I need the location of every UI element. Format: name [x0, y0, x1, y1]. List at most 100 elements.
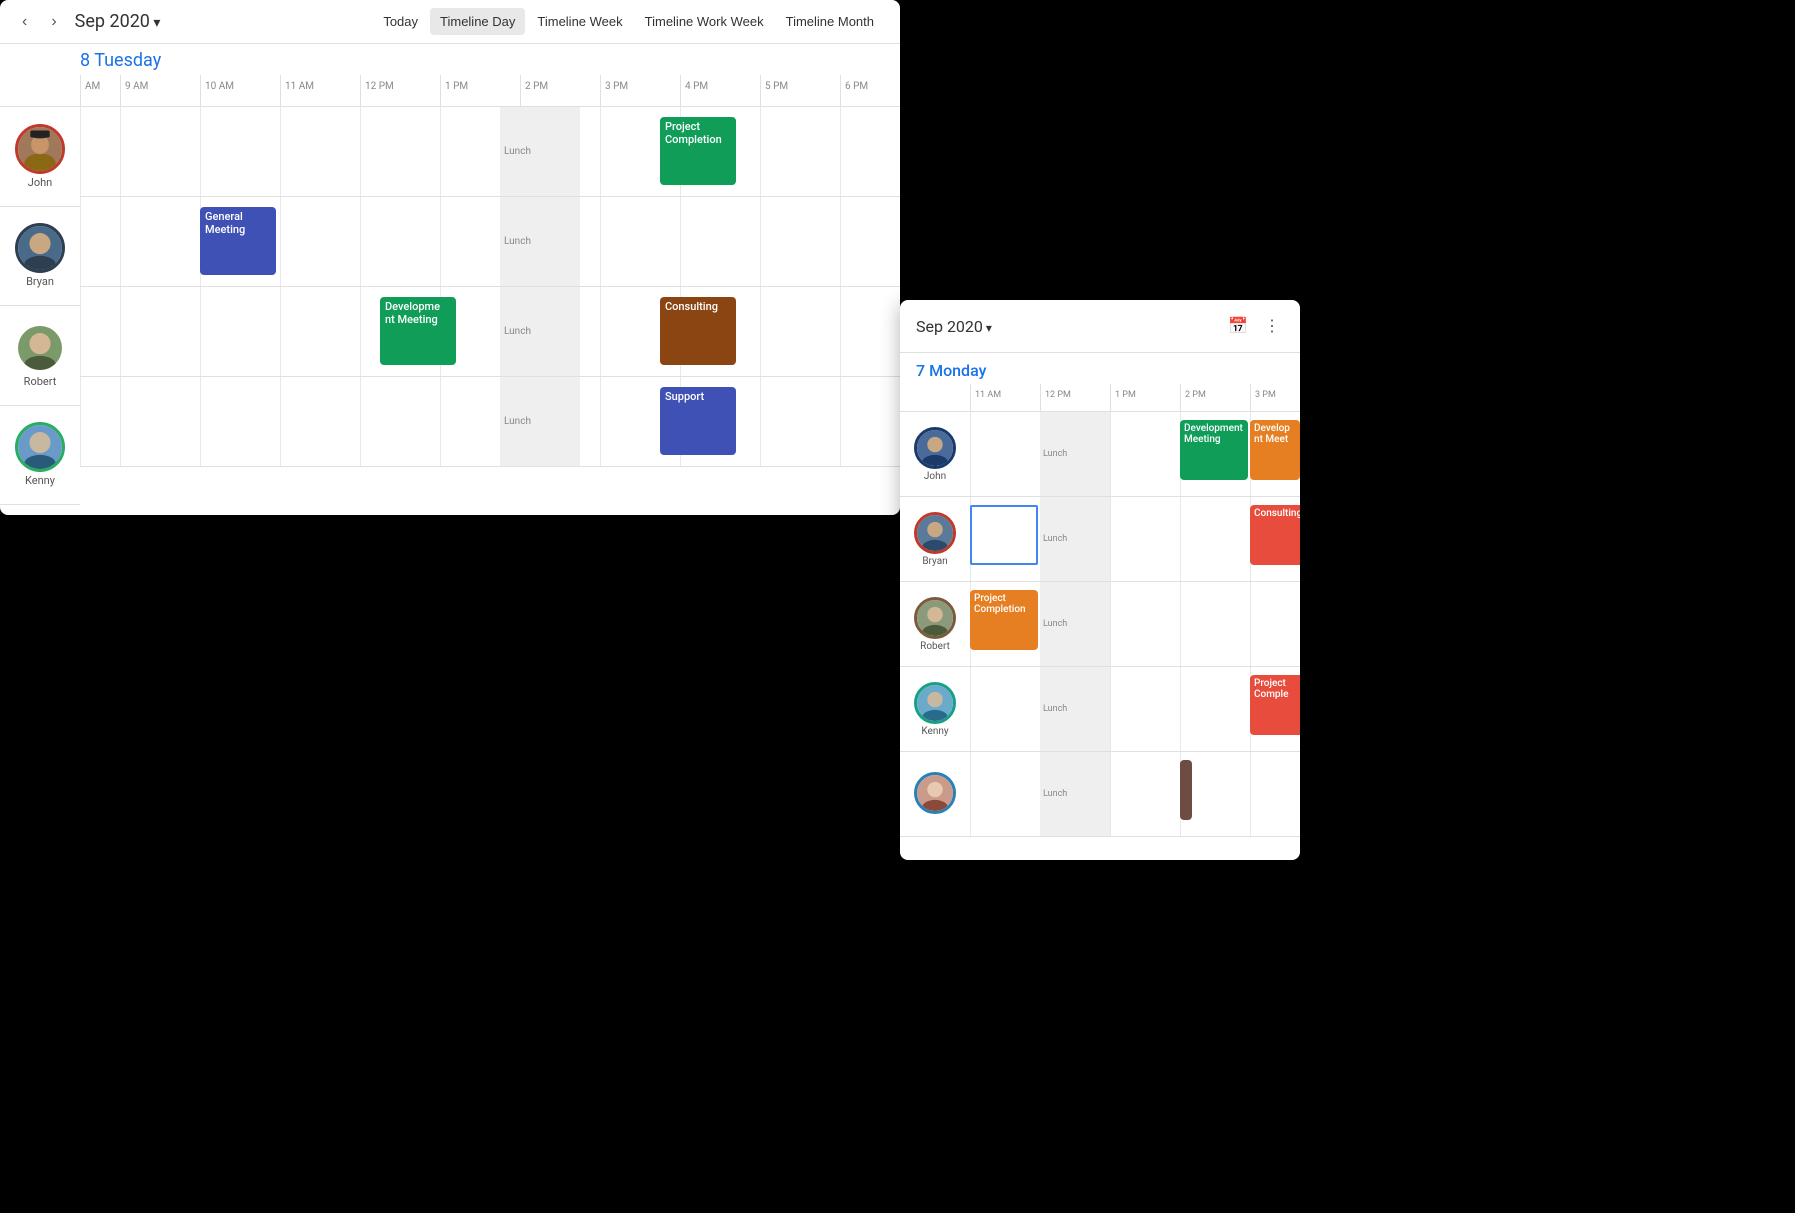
mini-popup: Sep 2020 📅 ⋮ 7 Monday 11 AM 12 PM 1 PM 2…: [900, 300, 1300, 860]
avatar-john[interactable]: [15, 124, 65, 174]
mini-date-label: 7 Monday: [900, 353, 1300, 384]
cell: [80, 197, 120, 286]
current-date: 8 Tuesday: [80, 50, 161, 71]
mini-cells-kenny: Lunch Project Comple: [970, 667, 1300, 751]
month-title[interactable]: Sep 2020: [75, 11, 161, 32]
mini-avatar-col-robert: Robert: [900, 582, 970, 666]
avatar-name-john: John: [28, 176, 52, 189]
time-am: AM: [80, 75, 120, 106]
next-button[interactable]: ›: [45, 9, 62, 35]
timeline-month-button[interactable]: Timeline Month: [776, 8, 884, 35]
mini-avatar-john[interactable]: [914, 427, 956, 469]
cell: [840, 287, 900, 376]
cell: [120, 107, 200, 196]
cell: [840, 197, 900, 286]
timeline-day-button[interactable]: Timeline Day: [430, 8, 525, 35]
avatar-name-kenny: Kenny: [25, 474, 55, 487]
time-4pm: 4 PM: [680, 75, 760, 106]
john-project-completion[interactable]: Project Completion: [660, 117, 736, 185]
avatar-row-john: John: [0, 107, 80, 207]
cell: [280, 107, 360, 196]
time-12pm: 12 PM: [360, 75, 440, 106]
cell: [120, 287, 200, 376]
mini-cells-john: Lunch Development Meeting Develop nt Mee…: [970, 412, 1300, 496]
mini-bryan-consulting[interactable]: Consulting: [1250, 505, 1300, 565]
time-11am: 11 AM: [280, 75, 360, 106]
avatar-bryan[interactable]: [15, 223, 65, 273]
mini-avatar-col-john: John: [900, 412, 970, 496]
mini-time-2pm: 2 PM: [1180, 384, 1250, 411]
kenny-support[interactable]: Support: [660, 387, 736, 455]
bryan-general-meeting[interactable]: General Meeting: [200, 207, 276, 275]
view-switcher: Today Timeline Day Timeline Week Timelin…: [373, 8, 884, 35]
main-calendar: ‹ › Sep 2020 Today Timeline Day Timeline…: [0, 0, 900, 515]
cell: [280, 287, 360, 376]
mini-header: Sep 2020 📅 ⋮: [900, 300, 1300, 353]
avatar-robert[interactable]: [15, 323, 65, 373]
prev-button[interactable]: ‹: [16, 9, 33, 35]
avatar-name-bryan: Bryan: [26, 275, 54, 288]
avatar-row-bryan: Bryan: [0, 207, 80, 307]
time-9am: 9 AM: [120, 75, 200, 106]
mini-row-bryan: Bryan Lunch Consulting: [900, 497, 1300, 582]
time-10am: 10 AM: [200, 75, 280, 106]
cell: [760, 197, 840, 286]
cell: [280, 197, 360, 286]
date-row: 8 Tuesday: [0, 44, 900, 75]
kenny-lunch[interactable]: Lunch: [500, 377, 580, 466]
calendar-header: ‹ › Sep 2020 Today Timeline Day Timeline…: [0, 0, 900, 44]
mini-calendar-icon[interactable]: 📅: [1224, 312, 1252, 340]
cell: [360, 107, 440, 196]
avatar-kenny[interactable]: [15, 422, 65, 472]
mini-avatar-bryan[interactable]: [914, 512, 956, 554]
mini-kenny-project-completion[interactable]: Project Comple: [1250, 675, 1300, 735]
cell: [200, 377, 280, 466]
robert-development-meeting[interactable]: Developme nt Meeting: [380, 297, 456, 365]
grid-rows: Lunch Project Completion Not Av..: [80, 107, 900, 467]
time-header: AM 9 AM 10 AM 11 AM 12 PM 1 PM 2 PM 3 PM…: [80, 75, 900, 107]
mini-time-header: 11 AM 12 PM 1 PM 2 PM 3 PM: [900, 384, 1300, 412]
cell: [120, 197, 200, 286]
mini-month-title[interactable]: Sep 2020: [916, 317, 1216, 336]
mini-last-brown-bar[interactable]: [1180, 760, 1192, 820]
cell: [200, 107, 280, 196]
mini-avatar-robert[interactable]: [914, 597, 956, 639]
time-1pm: 1 PM: [440, 75, 520, 106]
cell: [280, 377, 360, 466]
john-lunch[interactable]: Lunch: [500, 107, 580, 196]
mini-robert-project-completion[interactable]: Project Completion: [970, 590, 1038, 650]
avatar-row-robert: Robert: [0, 306, 80, 406]
mini-avatar-kenny[interactable]: [914, 682, 956, 724]
mini-avatar-col-bryan: Bryan: [900, 497, 970, 581]
row-robert: Developme nt Meeting Lunch Consulting: [80, 287, 900, 377]
time-3pm: 3 PM: [600, 75, 680, 106]
mini-time-3pm: 3 PM: [1250, 384, 1300, 411]
time-6pm: 6 PM: [840, 75, 900, 106]
cell: [760, 107, 840, 196]
cell: [360, 197, 440, 286]
bryan-lunch[interactable]: Lunch: [500, 197, 580, 286]
cell: [120, 377, 200, 466]
mini-avatar-last[interactable]: [914, 772, 956, 814]
robert-lunch[interactable]: Lunch: [500, 287, 580, 376]
avatar-name-robert: Robert: [24, 375, 57, 388]
today-button[interactable]: Today: [373, 8, 428, 35]
mini-bryan-outline[interactable]: [970, 505, 1038, 565]
timeline-week-button[interactable]: Timeline Week: [527, 8, 632, 35]
cell: [200, 287, 280, 376]
row-john: Lunch Project Completion Not Av..: [80, 107, 900, 197]
mini-more-icon[interactable]: ⋮: [1260, 312, 1284, 340]
cell: [80, 287, 120, 376]
time-5pm: 5 PM: [760, 75, 840, 106]
row-kenny: Lunch Support Not Av..: [80, 377, 900, 467]
robert-consulting[interactable]: Consulting: [660, 297, 736, 365]
mini-time-1pm: 1 PM: [1110, 384, 1180, 411]
grid-area: AM 9 AM 10 AM 11 AM 12 PM 1 PM 2 PM 3 PM…: [80, 75, 900, 505]
mini-john-dev-meet2[interactable]: Develop nt Meet: [1250, 420, 1300, 480]
mini-cells-last: Lunch: [970, 752, 1300, 836]
cell: [760, 287, 840, 376]
timeline-work-week-button[interactable]: Timeline Work Week: [635, 8, 774, 35]
cell: [680, 197, 760, 286]
mini-avatar-col-kenny: Kenny: [900, 667, 970, 751]
mini-john-dev-meeting[interactable]: Development Meeting: [1180, 420, 1248, 480]
